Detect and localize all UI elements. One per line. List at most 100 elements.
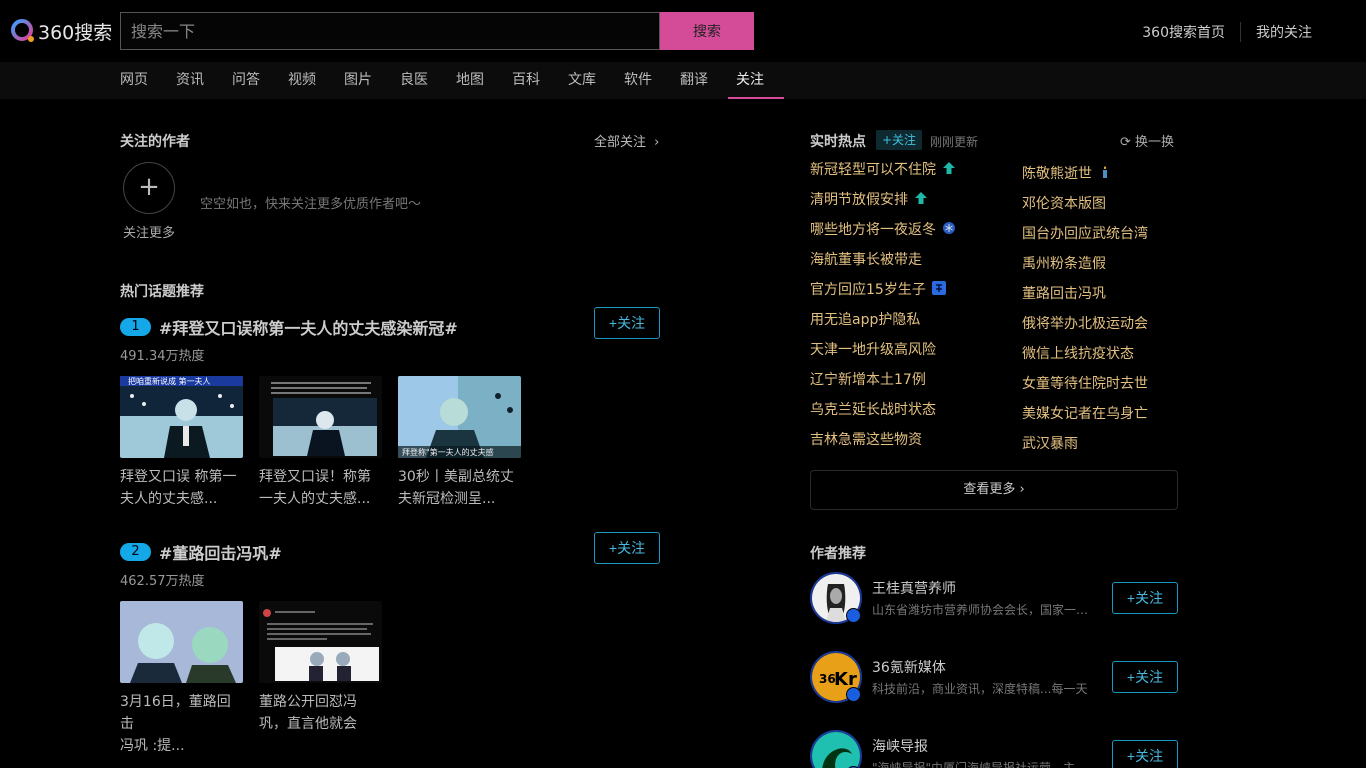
- topic-thumb[interactable]: 董路公开回怼冯 巩，直言他就会: [259, 601, 382, 757]
- hot-item[interactable]: 海航董事长被带走: [810, 250, 956, 280]
- all-follows-link[interactable]: 全部关注 ›: [594, 131, 659, 150]
- refresh-button[interactable]: ⟳ 换一换: [1120, 131, 1174, 150]
- see-more-button[interactable]: 查看更多 ›: [810, 470, 1178, 510]
- tab-image[interactable]: 图片: [344, 62, 400, 99]
- author-follow-button[interactable]: +关注: [1112, 582, 1178, 614]
- tab-web[interactable]: 网页: [120, 62, 176, 99]
- avatar[interactable]: [810, 730, 862, 768]
- tab-map[interactable]: 地图: [456, 62, 512, 99]
- author-card: 王桂真营养师 山东省潍坊市营养师协会会长，国家一级营养师 +关注: [810, 572, 1178, 624]
- hot-topics-title: 热门话题推荐: [120, 284, 204, 300]
- hot-item[interactable]: 国台办回应武统台湾: [1022, 224, 1148, 254]
- see-more-label: 查看更多: [963, 482, 1016, 497]
- hot-item[interactable]: 武汉暴雨: [1022, 434, 1148, 464]
- hot-item[interactable]: 微信上线抗疫状态: [1022, 344, 1148, 374]
- empty-state-text: 空空如也，快来关注更多优质作者吧～: [200, 197, 422, 212]
- tab-software[interactable]: 软件: [624, 62, 680, 99]
- snowflake-icon: [943, 222, 955, 234]
- search-input[interactable]: [120, 12, 660, 50]
- all-follows-label: 全部关注: [594, 135, 647, 150]
- hot-follow-button[interactable]: +关注: [876, 130, 923, 150]
- topic-follow-button[interactable]: +关注: [594, 307, 660, 339]
- topic-thumb[interactable]: 把咱重新说成 第一夫人 拜登又口误 称第一 夫人的丈夫感...: [120, 376, 243, 510]
- tab-translate[interactable]: 翻译: [680, 62, 736, 99]
- tab-video[interactable]: 视频: [288, 62, 344, 99]
- hot-item[interactable]: 辽宁新增本土17例: [810, 370, 956, 400]
- thumbnail-image: 拜登称"第一夫人的丈夫感: [398, 376, 521, 458]
- author-name[interactable]: 海峡导报: [872, 736, 928, 756]
- hot-item[interactable]: 哪些地方将一夜返冬: [810, 220, 956, 250]
- topic-card: 2 #董路回击冯巩# 462.57万热度 +关注 3月16日，董路回击 冯巩 :提.…: [120, 532, 660, 757]
- topic-thumb[interactable]: 拜登称"第一夫人的丈夫感 30秒丨美副总统丈 夫新冠检测呈...: [398, 376, 521, 510]
- thumbnail-image: [259, 376, 382, 458]
- chevron-right-icon: ›: [1019, 482, 1025, 497]
- nav-bar: 网页 资讯 问答 视频 图片 良医 地图 百科 文库 软件 翻译 关注: [0, 62, 1366, 99]
- verified-badge-icon: [846, 687, 861, 702]
- author-name[interactable]: 36氪新媒体: [872, 657, 946, 677]
- hot-item[interactable]: 用无追app护隐私: [810, 310, 956, 340]
- up-arrow-icon: [915, 192, 927, 204]
- my-follow-link[interactable]: 我的关注: [1256, 22, 1312, 42]
- tab-qa[interactable]: 问答: [232, 62, 288, 99]
- tab-library[interactable]: 文库: [568, 62, 624, 99]
- author-follow-button[interactable]: +关注: [1112, 661, 1178, 693]
- thumb-caption: 拜登又口误！称第 一夫人的丈夫感...: [259, 469, 371, 507]
- logo[interactable]: 360搜索: [10, 18, 112, 44]
- top-links: 360搜索首页 我的关注: [1142, 22, 1312, 42]
- up-arrow-icon: [943, 162, 955, 174]
- add-follow-button[interactable]: +: [123, 162, 175, 214]
- thumb-caption: 30秒丨美副总统丈 夫新冠检测呈...: [398, 469, 514, 507]
- search-button[interactable]: 搜索: [660, 12, 754, 50]
- topic-thumb[interactable]: 3月16日，董路回击 冯巩 :提...: [120, 601, 243, 757]
- thumb-caption: 3月16日，董路回击 冯巩 :提...: [120, 694, 231, 754]
- topic-card: 1 #拜登又口误称第一夫人的丈夫感染新冠# 491.34万热度 +关注 把咱重新说…: [120, 307, 660, 510]
- tab-medical[interactable]: 良医: [400, 62, 456, 99]
- tab-wiki[interactable]: 百科: [512, 62, 568, 99]
- home-link[interactable]: 360搜索首页: [1142, 22, 1225, 42]
- author-desc: "海峡导报"由厦门海峡导报社运营，主: [872, 761, 1076, 768]
- topic-thumb[interactable]: 拜登又口误！称第 一夫人的丈夫感...: [259, 376, 382, 510]
- author-card: 海峡导报 "海峡导报"由厦门海峡导报社运营，主 +关注: [810, 730, 1178, 768]
- hot-item[interactable]: 吉林急需这些物资: [810, 430, 956, 460]
- topic-follow-button[interactable]: +关注: [594, 532, 660, 564]
- topic-heat: 462.57万热度: [120, 574, 205, 589]
- author-follow-button[interactable]: +关注: [1112, 740, 1178, 768]
- hot-item[interactable]: 禹州粉条造假: [1022, 254, 1148, 284]
- thumb-caption: 拜登又口误 称第一 夫人的丈夫感...: [120, 469, 237, 507]
- hot-item[interactable]: 董路回击冯巩: [1022, 284, 1148, 314]
- tab-news[interactable]: 资讯: [176, 62, 232, 99]
- tab-follow[interactable]: 关注: [728, 62, 792, 99]
- thumb-caption: 董路公开回怼冯 巩，直言他就会: [259, 694, 357, 732]
- refresh-label: 换一换: [1135, 135, 1175, 150]
- author-desc: 科技前沿，商业资讯，深度特稿...每一天: [872, 682, 1088, 696]
- hot-item[interactable]: 女童等待住院时去世: [1022, 374, 1148, 404]
- realtime-hot-title: 实时热点: [810, 134, 866, 150]
- header: 360搜索 搜索 360搜索首页 我的关注: [0, 0, 1366, 62]
- topic-title[interactable]: #拜登又口误称第一夫人的丈夫感染新冠#: [159, 315, 458, 339]
- thumbnail-image: 把咱重新说成 第一夫人: [120, 376, 243, 458]
- candle-icon: [1103, 166, 1107, 178]
- hot-item[interactable]: 清明节放假安排: [810, 190, 956, 220]
- hot-item[interactable]: 美媒女记者在乌身亡: [1022, 404, 1148, 434]
- hot-item[interactable]: 乌克兰延长战时状态: [810, 400, 956, 430]
- hot-item[interactable]: 天津一地升级高风险: [810, 340, 956, 370]
- hot-badge-icon: [931, 281, 946, 295]
- hot-item[interactable]: 俄将举办北极运动会: [1022, 314, 1148, 344]
- hot-item[interactable]: 新冠轻型可以不住院: [810, 160, 956, 190]
- plus-icon: +: [138, 172, 160, 202]
- hot-list-left: 新冠轻型可以不住院 清明节放假安排 哪些地方将一夜返冬 海航董事长被带走 官方回…: [810, 160, 956, 460]
- hot-item[interactable]: 陈敬熊逝世: [1022, 164, 1148, 194]
- divider: [1240, 22, 1241, 42]
- author-name[interactable]: 王桂真营养师: [872, 578, 956, 598]
- hot-item[interactable]: 官方回应15岁生子: [810, 280, 956, 310]
- topic-rank-badge: 1: [120, 318, 151, 336]
- refresh-icon: ⟳: [1120, 135, 1131, 150]
- logo-text: 360搜索: [38, 21, 113, 44]
- add-follow-label: 关注更多: [123, 226, 176, 241]
- thumb-overlay-text: 拜登称"第一夫人的丈夫感: [402, 447, 494, 457]
- 360-logo-icon: [10, 18, 36, 44]
- followed-authors-title: 关注的作者: [120, 134, 190, 150]
- topic-title[interactable]: #董路回击冯巩#: [159, 540, 282, 564]
- hot-list-right: 陈敬熊逝世 邓伦资本版图 国台办回应武统台湾 禹州粉条造假 董路回击冯巩 俄将举…: [1022, 164, 1148, 464]
- hot-item[interactable]: 邓伦资本版图: [1022, 194, 1148, 224]
